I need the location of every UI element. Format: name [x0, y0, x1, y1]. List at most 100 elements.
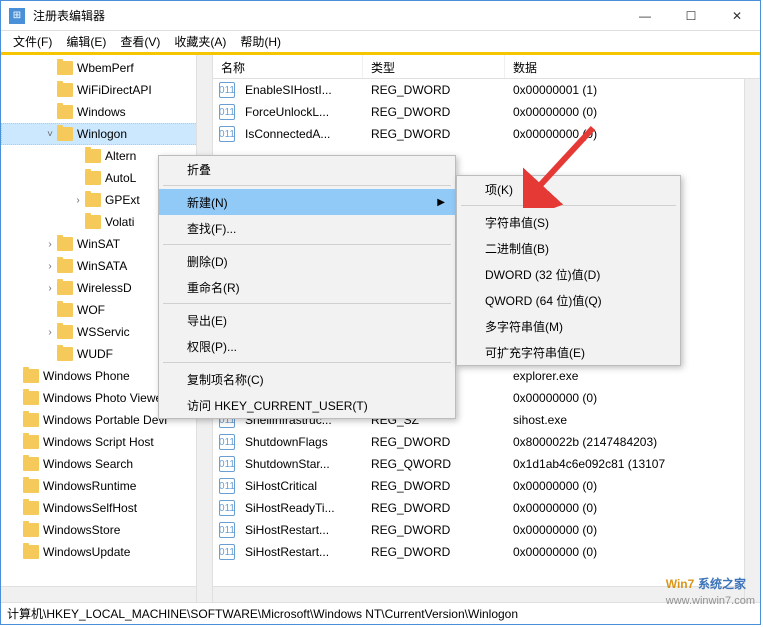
statusbar: 计算机\HKEY_LOCAL_MACHINE\SOFTWARE\Microsof… — [1, 602, 760, 624]
context-menu-item[interactable]: 权限(P)... — [159, 333, 455, 359]
value-type: REG_DWORD — [363, 127, 505, 141]
context-submenu-new[interactable]: 项(K) 字符串值(S)二进制值(B)DWORD (32 位)值(D) QWORD … — [456, 175, 681, 366]
folder-icon — [85, 193, 101, 207]
context-menu-label: 访问 HKEY_CURRENT_USER(T) — [187, 397, 368, 414]
app-icon: ⊞ — [9, 8, 25, 24]
expand-arrow-icon[interactable]: › — [43, 327, 57, 338]
column-name[interactable]: 名称 — [213, 55, 363, 78]
context-menu-label: 重命名(R) — [187, 279, 240, 296]
context-submenu-label: 项(K) — [485, 181, 513, 198]
folder-icon — [23, 435, 39, 449]
context-menu-item[interactable]: 折叠 — [159, 156, 455, 182]
tree-label: Windows Phone — [43, 369, 130, 383]
context-menu-item[interactable]: 删除(D) — [159, 248, 455, 274]
value-type: REG_DWORD — [363, 501, 505, 515]
context-menu-item[interactable]: 新建(N)▶ — [159, 189, 455, 215]
list-scrollbar-vertical[interactable] — [744, 79, 760, 602]
tree-label: Winlogon — [77, 127, 127, 141]
value-data: 0x1d1ab4c6e092c81 (13107 — [505, 457, 760, 471]
value-name: ForceUnlockL... — [237, 105, 363, 119]
status-path: 计算机\HKEY_LOCAL_MACHINE\SOFTWARE\Microsof… — [7, 605, 518, 622]
tree-label: WUDF — [77, 347, 113, 361]
value-name: IsConnectedA... — [237, 127, 363, 141]
tree-item[interactable]: WindowsRuntime — [1, 475, 212, 497]
value-row[interactable]: 011 EnableSIHostI... REG_DWORD 0x0000000… — [213, 79, 760, 101]
context-menu-item[interactable]: 访问 HKEY_CURRENT_USER(T) — [159, 392, 455, 418]
context-menu-label: 复制项名称(C) — [187, 371, 264, 388]
folder-icon — [57, 61, 73, 75]
value-icon: 011 — [219, 456, 235, 472]
value-row[interactable]: 011 ShutdownStar... REG_QWORD 0x1d1ab4c6… — [213, 453, 760, 475]
tree-item[interactable]: ˅ Winlogon — [1, 123, 212, 145]
value-row[interactable]: 011 IsConnectedA... REG_DWORD 0x00000000… — [213, 123, 760, 145]
tree-label: WindowsRuntime — [43, 479, 136, 493]
value-data: 0x00000000 (0) — [505, 523, 760, 537]
list-scrollbar-horizontal[interactable] — [213, 586, 744, 602]
context-menu-item[interactable]: 重命名(R) — [159, 274, 455, 300]
value-type: REG_DWORD — [363, 545, 505, 559]
context-menu-label: 新建(N) — [187, 194, 228, 211]
value-row[interactable]: 011 ForceUnlockL... REG_DWORD 0x00000000… — [213, 101, 760, 123]
menu-file[interactable]: 文件(F) — [7, 31, 58, 52]
context-submenu-item[interactable]: DWORD (32 位)值(D) — [457, 261, 680, 287]
menu-favorites[interactable]: 收藏夹(A) — [168, 31, 232, 52]
context-submenu-item[interactable]: QWORD (64 位)值(Q) — [457, 287, 680, 313]
folder-icon — [57, 303, 73, 317]
expand-arrow-icon[interactable]: › — [43, 283, 57, 294]
menu-edit[interactable]: 编辑(E) — [60, 31, 112, 52]
tree-label: Windows Photo Viewer — [43, 391, 166, 405]
context-menu-item[interactable]: 复制项名称(C) — [159, 366, 455, 392]
tree-item[interactable]: WbemPerf — [1, 57, 212, 79]
value-data: 0x00000000 (0) — [505, 479, 760, 493]
context-menu-item[interactable]: 导出(E) — [159, 307, 455, 333]
value-row[interactable]: 011 SiHostReadyTi... REG_DWORD 0x0000000… — [213, 497, 760, 519]
expand-arrow-icon[interactable]: › — [43, 261, 57, 272]
expand-arrow-icon[interactable]: › — [71, 195, 85, 206]
value-row[interactable]: 011 SiHostCritical REG_DWORD 0x00000000 … — [213, 475, 760, 497]
maximize-button[interactable]: ☐ — [668, 1, 714, 30]
expand-arrow-icon[interactable]: › — [43, 239, 57, 250]
folder-icon — [23, 391, 39, 405]
tree-label: Windows Portable Devi — [43, 413, 167, 427]
value-row[interactable]: 011 ShutdownFlags REG_DWORD 0x8000022b (… — [213, 431, 760, 453]
value-data: 0x8000022b (2147484203) — [505, 435, 760, 449]
tree-label: WiFiDirectAPI — [77, 83, 152, 97]
context-submenu-label: QWORD (64 位)值(Q) — [485, 292, 602, 309]
context-submenu-item[interactable]: 字符串值(S) — [457, 209, 680, 235]
tree-item[interactable]: WindowsUpdate — [1, 541, 212, 563]
value-name: SiHostRestart... — [237, 523, 363, 537]
context-submenu-item[interactable]: 二进制值(B) — [457, 235, 680, 261]
context-submenu-item[interactable]: 可扩充字符串值(E) — [457, 339, 680, 365]
expand-arrow-icon[interactable]: ˅ — [43, 129, 57, 140]
close-button[interactable]: ✕ — [714, 1, 760, 30]
context-menu-item[interactable]: 查找(F)... — [159, 215, 455, 241]
column-data[interactable]: 数据 — [505, 55, 760, 78]
tree-item[interactable]: Windows Search — [1, 453, 212, 475]
titlebar[interactable]: ⊞ 注册表编辑器 — ☐ ✕ — [1, 1, 760, 31]
menu-view[interactable]: 查看(V) — [114, 31, 166, 52]
tree-item[interactable]: WindowsStore — [1, 519, 212, 541]
context-menu-label: 导出(E) — [187, 312, 227, 329]
tree-item[interactable]: Windows Script Host — [1, 431, 212, 453]
context-menu[interactable]: 折叠新建(N)▶查找(F)... 删除(D) 重命名(R) 导出(E) 权限(P)...… — [158, 155, 456, 419]
context-menu-label: 删除(D) — [187, 253, 228, 270]
tree-item[interactable]: Windows — [1, 101, 212, 123]
minimize-button[interactable]: — — [622, 1, 668, 30]
value-row[interactable]: 011 SiHostRestart... REG_DWORD 0x0000000… — [213, 519, 760, 541]
list-header[interactable]: 名称 类型 数据 — [213, 55, 760, 79]
menu-help[interactable]: 帮助(H) — [234, 31, 287, 52]
tree-item[interactable]: WindowsSelfHost — [1, 497, 212, 519]
value-row[interactable]: 011 SiHostRestart... REG_DWORD 0x0000000… — [213, 541, 760, 563]
tree-label: Volati — [105, 215, 134, 229]
value-type: REG_DWORD — [363, 435, 505, 449]
tree-label: GPExt — [105, 193, 140, 207]
folder-icon — [23, 457, 39, 471]
tree-item[interactable]: WiFiDirectAPI — [1, 79, 212, 101]
context-submenu-item[interactable]: 多字符串值(M) — [457, 313, 680, 339]
column-type[interactable]: 类型 — [363, 55, 505, 78]
folder-icon — [85, 171, 101, 185]
tree-scrollbar-horizontal[interactable] — [1, 586, 196, 602]
context-submenu-label: 可扩充字符串值(E) — [485, 344, 585, 361]
context-submenu-item[interactable]: 项(K) — [457, 176, 680, 202]
folder-icon — [57, 259, 73, 273]
